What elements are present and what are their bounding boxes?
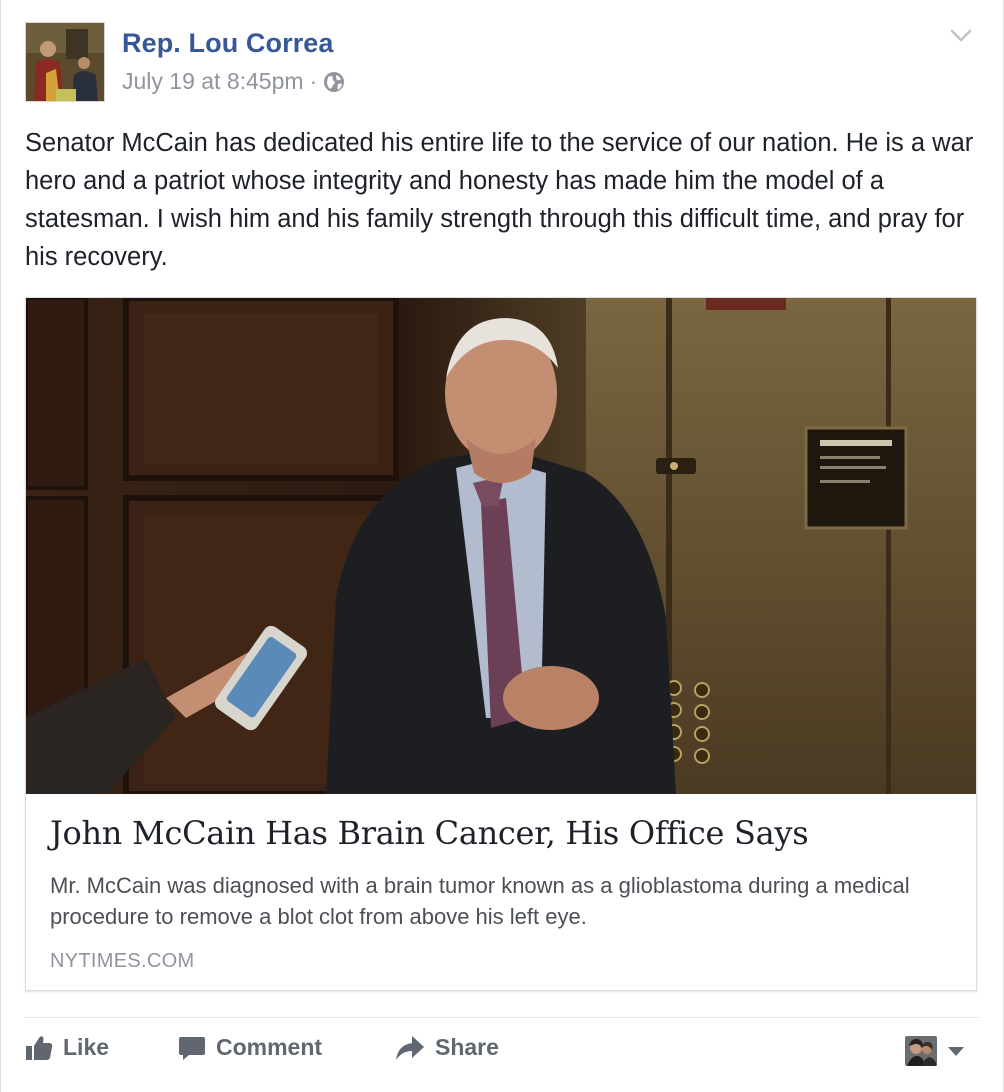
link-preview-card[interactable]: John McCain Has Brain Cancer, His Office…	[25, 297, 977, 991]
link-description: Mr. McCain was diagnosed with a brain tu…	[50, 873, 910, 929]
like-button[interactable]: Like	[25, 1034, 109, 1061]
like-label: Like	[63, 1034, 110, 1060]
comment-button[interactable]: Comment	[178, 1034, 322, 1061]
post-meta: July 19 at 8:45pm ·	[122, 68, 345, 95]
thumbs-up-icon	[26, 1035, 53, 1060]
globe-icon[interactable]	[323, 71, 345, 93]
link-domain: NYTIMES.COM	[50, 950, 195, 972]
facebook-post: Rep. Lou Correa July 19 at 8:45pm · Sena…	[0, 0, 1004, 1092]
post-header: Rep. Lou Correa July 19 at 8:45pm ·	[25, 22, 979, 106]
comment-label: Comment	[216, 1034, 323, 1060]
reaction-audience-selector[interactable]	[905, 1036, 965, 1066]
post-actions-bar: Like Comment Share	[25, 1017, 979, 1084]
speech-bubble-icon	[179, 1036, 205, 1060]
meta-separator: ·	[309, 68, 318, 94]
share-button[interactable]: Share	[395, 1034, 499, 1061]
user-avatar	[905, 1036, 937, 1066]
link-title[interactable]: John McCain Has Brain Cancer, His Office…	[50, 814, 809, 852]
chevron-down-icon	[948, 1047, 964, 1056]
link-preview-image[interactable]	[26, 298, 976, 794]
post-timestamp[interactable]: July 19 at 8:45pm	[122, 68, 304, 95]
share-label: Share	[435, 1034, 499, 1060]
avatar[interactable]	[25, 22, 105, 102]
share-arrow-icon	[396, 1035, 424, 1060]
chevron-down-icon[interactable]	[949, 28, 973, 44]
post-message: Senator McCain has dedicated his entire …	[25, 129, 974, 271]
author-name[interactable]: Rep. Lou Correa	[122, 28, 334, 59]
